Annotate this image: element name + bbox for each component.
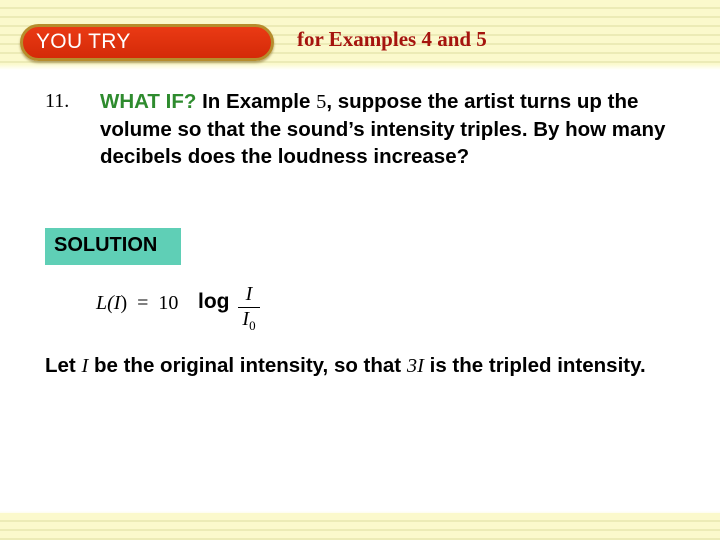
explanation-var2: 3I <box>406 355 424 377</box>
explanation-part1: Let <box>45 354 76 377</box>
problem-number: 11. <box>45 90 70 112</box>
solution-label: SOLUTION <box>54 234 158 256</box>
problem-text-before: In Example <box>202 90 311 113</box>
denominator-subscript: 0 <box>249 318 256 333</box>
you-try-label: YOU TRY <box>36 30 131 53</box>
formula-fraction: I I0 <box>238 283 260 334</box>
explanation-part3: is the tripled intensity. <box>429 354 646 377</box>
explanation-part2: be the original intensity, so that <box>93 354 402 377</box>
problem-text: WHAT IF? In Example 5, suppose the artis… <box>100 88 680 170</box>
example-number: 5 <box>316 91 327 113</box>
formula-log: log <box>198 290 230 313</box>
explanation-var1: I <box>81 355 89 377</box>
footer-band <box>0 513 720 540</box>
formula-lhs: L(I) = 10 <box>96 292 178 315</box>
examples-subtitle: for Examples 4 and 5 <box>297 27 487 51</box>
formula-close: ) <box>120 292 128 314</box>
formula-coef: 10 <box>158 292 179 314</box>
you-try-badge: YOU TRY <box>20 24 274 61</box>
formula-func: L( <box>96 292 114 314</box>
fraction-denominator: I0 <box>238 308 260 334</box>
formula-equals: = <box>137 292 149 314</box>
fraction-numerator: I <box>245 283 253 305</box>
solution-explanation: Let I be the original intensity, so that… <box>45 352 685 380</box>
what-if-label: WHAT IF? <box>100 90 197 113</box>
solution-label-box: SOLUTION <box>45 228 181 265</box>
header-band-fade <box>0 64 720 70</box>
